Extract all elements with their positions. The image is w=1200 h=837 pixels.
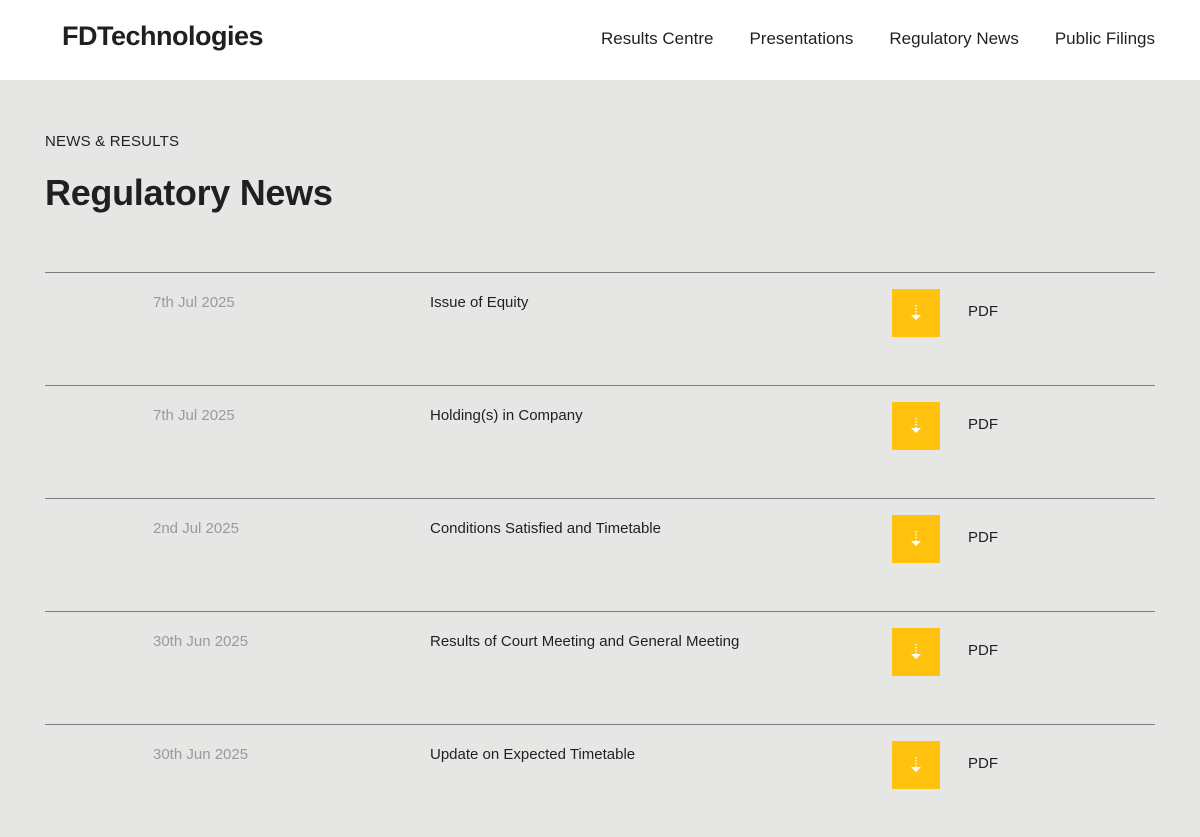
file-type-label: PDF	[968, 755, 998, 772]
file-type-label: PDF	[968, 303, 998, 320]
download-button[interactable]	[892, 628, 940, 676]
news-row: 2nd Jul 2025 Conditions Satisfied and Ti…	[45, 498, 1155, 611]
download-button[interactable]	[892, 515, 940, 563]
download-arrow-icon	[911, 305, 921, 320]
file-type-label: PDF	[968, 642, 998, 659]
news-title-link[interactable]: Conditions Satisfied and Timetable	[430, 520, 661, 537]
download-arrow-icon	[911, 644, 921, 659]
news-date: 7th Jul 2025	[153, 407, 235, 424]
news-title-link[interactable]: Issue of Equity	[430, 294, 528, 311]
download-arrow-icon	[911, 757, 921, 772]
page-title: Regulatory News	[45, 172, 333, 213]
download-button[interactable]	[892, 741, 940, 789]
company-logo[interactable]: FDTechnologies	[62, 21, 264, 52]
download-button[interactable]	[892, 402, 940, 450]
file-type-label: PDF	[968, 529, 998, 546]
news-title-link[interactable]: Holding(s) in Company	[430, 407, 583, 424]
nav-item-presentations[interactable]: Presentations	[749, 29, 853, 49]
news-row: 30th Jun 2025 Results of Court Meeting a…	[45, 611, 1155, 724]
site-header: FDTechnologies Results Centre Presentati…	[0, 0, 1200, 80]
news-row: 30th Jun 2025 Update on Expected Timetab…	[45, 724, 1155, 837]
download-button[interactable]	[892, 289, 940, 337]
news-title-link[interactable]: Update on Expected Timetable	[430, 746, 635, 763]
news-date: 7th Jul 2025	[153, 294, 235, 311]
nav-item-regulatory-news[interactable]: Regulatory News	[889, 29, 1018, 49]
file-type-label: PDF	[968, 416, 998, 433]
nav-item-public-filings[interactable]: Public Filings	[1055, 29, 1155, 49]
news-title-link[interactable]: Results of Court Meeting and General Mee…	[430, 633, 739, 650]
main-nav: Results Centre Presentations Regulatory …	[601, 29, 1155, 49]
news-date: 30th Jun 2025	[153, 746, 249, 763]
news-list: 7th Jul 2025 Issue of Equity PDF 7th Jul…	[45, 272, 1155, 837]
news-date: 30th Jun 2025	[153, 633, 249, 650]
download-arrow-icon	[911, 418, 921, 433]
news-row: 7th Jul 2025 Holding(s) in Company PDF	[45, 385, 1155, 498]
section-eyebrow: NEWS & RESULTS	[45, 133, 180, 150]
download-arrow-icon	[911, 531, 921, 546]
news-date: 2nd Jul 2025	[153, 520, 239, 537]
nav-item-results-centre[interactable]: Results Centre	[601, 29, 713, 49]
news-row: 7th Jul 2025 Issue of Equity PDF	[45, 272, 1155, 385]
